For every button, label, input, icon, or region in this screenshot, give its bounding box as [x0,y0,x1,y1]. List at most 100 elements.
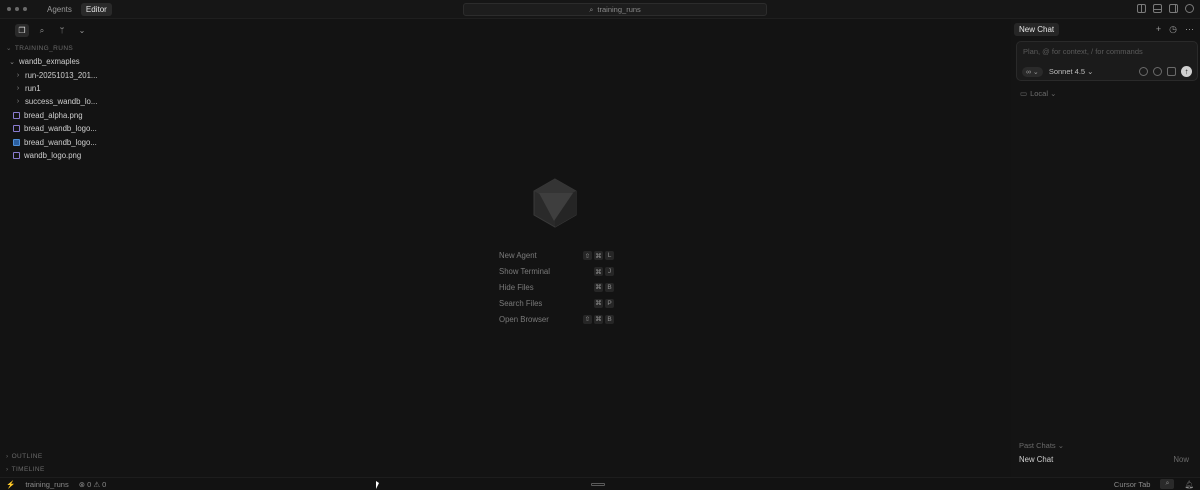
sidebar-toolbar: ❐ ⌕ ᛘ ⌄ [15,24,89,37]
command-search-files[interactable]: Search Files ⌘ P [499,295,614,311]
outline-section-header[interactable]: › OUTLINE [6,453,43,460]
tab-agents[interactable]: Agents [42,3,77,16]
search-icon[interactable]: ⌕ [35,24,49,37]
maximize-window-dot[interactable] [23,7,27,11]
branch-label[interactable]: training_runs [25,480,68,489]
command-show-terminal[interactable]: Show Terminal ⌘ J [499,264,614,280]
chat-input-placeholder[interactable]: Plan, @ for context, / for commands [1023,47,1143,56]
tree-item-label: bread_alpha.png [24,110,83,120]
layout-controls [1137,4,1194,13]
zoom-icon[interactable]: ⌕ [1160,479,1175,489]
send-icon[interactable]: ↑ [1181,66,1192,77]
files-icon[interactable]: ❐ [15,24,29,37]
chevron-down-icon: ⌄ [9,58,15,66]
window-controls[interactable] [7,7,27,11]
shortcut-key: ⌘ [594,267,603,277]
shortcut-keys: ⇧ ⌘ L [583,251,614,261]
plus-icon[interactable]: + [1156,24,1161,35]
welcome-command-list: New Agent ⇧ ⌘ L Show Terminal ⌘ J Hide F… [499,248,614,327]
tree-item-label: run-20251013_201... [25,70,98,80]
shortcut-key: ⌘ [594,314,603,324]
image-icon[interactable] [1167,67,1176,76]
file-tree: ⌄ wandb_exmaples › run-20251013_201... ›… [0,55,255,162]
split-left-icon[interactable] [1137,4,1146,13]
command-new-agent[interactable]: New Agent ⇧ ⌘ L [499,248,614,264]
shortcut-keys: ⌘ J [594,267,614,277]
tree-item-label: wandb_logo.png [24,150,82,160]
chat-tab-new-chat[interactable]: New Chat [1014,23,1060,36]
tree-item-label: bread_wandb_logo... [24,124,97,134]
status-bar: ⚡ training_runs ⊗ 0 ⚠ 0 Cursor Tab ⌕ 🔔︎ [0,477,1200,490]
chevron-right-icon: › [16,98,20,106]
shortcut-key: B [605,314,614,324]
laptop-icon: ▭ [1020,89,1028,98]
history-icon[interactable]: ◷ [1169,24,1177,35]
shortcut-key: ⇧ [583,314,592,324]
context-icon[interactable] [1139,67,1148,76]
chevron-right-icon: › [16,84,20,92]
image-file-icon [13,111,20,119]
agent-mode-selector[interactable]: ∞ ⌄ [1022,66,1043,77]
tree-item-label: wandb_exmaples [19,57,80,67]
tree-folder[interactable]: ⌄ wandb_exmaples [0,55,255,68]
tree-folder[interactable]: › success_wandb_lo... [0,95,255,108]
explorer-root-header[interactable]: ⌄ TRAINING_RUNS [6,44,74,53]
mouse-pointer-icon [376,481,379,489]
shortcut-key: ⌘ [594,298,603,308]
image-file-icon [13,151,20,159]
command-open-browser[interactable]: Open Browser ⇧ ⌘ B [499,311,614,327]
tree-folder[interactable]: › run-20251013_201... [0,68,255,81]
outline-label: OUTLINE [11,453,43,460]
tree-file[interactable]: bread_wandb_logo... [0,135,255,148]
tree-file[interactable]: bread_alpha.png [0,109,255,122]
globe-icon[interactable] [1153,67,1162,76]
status-left: ⚡ training_runs ⊗ 0 ⚠ 0 [6,480,106,489]
close-window-dot[interactable] [7,7,11,11]
chat-header-actions: + ◷ ⋯ [1156,24,1194,35]
tree-item-label: bread_wandb_logo... [24,137,97,147]
chevron-right-icon: › [6,466,9,473]
past-chat-item[interactable]: New Chat Now [1019,455,1189,464]
workspace-location[interactable]: ▭ Local ⌄ [1020,89,1056,98]
more-icon[interactable]: ⋯ [1185,24,1194,35]
past-chats-header[interactable]: Past Chats ⌄ [1019,441,1064,450]
remote-icon[interactable]: ⚡ [6,480,15,489]
shortcut-key: B [605,282,614,292]
command-hide-files[interactable]: Hide Files ⌘ B [499,280,614,296]
composer-controls: ∞ ⌄ Sonnet 4.5 ⌄ ↑ [1022,66,1192,77]
split-bottom-icon[interactable] [1153,4,1162,13]
tree-file[interactable]: wandb_logo.png [0,149,255,162]
timeline-section-header[interactable]: › TIMELINE [6,466,45,473]
command-label: Search Files [499,298,543,308]
bell-icon[interactable]: 🔔︎ [1184,480,1194,489]
location-label: Local ⌄ [1030,89,1057,98]
settings-icon[interactable] [1185,4,1194,13]
cursor-tab-label[interactable]: Cursor Tab [1114,480,1151,489]
chat-panel: New Chat + ◷ ⋯ Plan, @ for context, / fo… [1011,19,1200,477]
chevron-down-icon[interactable]: ⌄ [75,24,89,37]
explorer-sidebar: ❐ ⌕ ᛘ ⌄ ⌄ TRAINING_RUNS ⌄ wandb_exmaples… [0,19,255,477]
problems-indicator[interactable]: ⊗ 0 ⚠ 0 [79,480,107,489]
explorer-root-label: TRAINING_RUNS [14,44,74,52]
chevron-right-icon: › [6,453,9,460]
shortcut-keys: ⌘ B [594,282,614,292]
minimize-window-dot[interactable] [15,7,19,11]
command-label: Show Terminal [499,267,550,277]
search-bar-text: training_runs [597,5,641,14]
split-right-icon[interactable] [1169,4,1178,13]
source-control-icon[interactable]: ᛘ [55,24,69,37]
timeline-label: TIMELINE [11,466,45,473]
command-search-bar[interactable]: ⌕ training_runs [463,3,767,16]
shortcut-keys: ⇧ ⌘ B [583,314,614,324]
tree-folder[interactable]: › run1 [0,82,255,95]
status-right: Cursor Tab ⌕ 🔔︎ [1114,479,1194,489]
image-file-icon [13,138,20,146]
shortcut-key: L [605,251,614,261]
chat-composer[interactable]: Plan, @ for context, / for commands ∞ ⌄ … [1016,41,1198,81]
tab-editor[interactable]: Editor [80,3,112,16]
tree-file[interactable]: bread_wandb_logo... [0,122,255,135]
shortcut-key: P [605,298,614,308]
panel-toggle-icon[interactable] [591,483,605,486]
command-label: Open Browser [499,314,549,324]
model-selector[interactable]: Sonnet 4.5 ⌄ [1049,67,1094,76]
